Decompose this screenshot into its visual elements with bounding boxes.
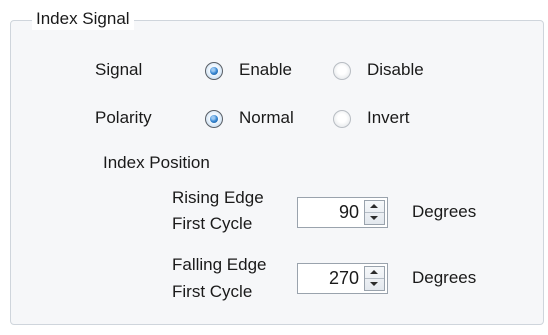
rising-edge-unit: Degrees: [412, 202, 477, 221]
rising-edge-spinbox[interactable]: 90: [297, 197, 388, 228]
signal-enable-label[interactable]: Enable: [239, 59, 292, 81]
rising-edge-label-line2: First Cycle: [172, 214, 253, 233]
falling-edge-spinbox[interactable]: 270: [297, 263, 388, 294]
falling-edge-unit: Degrees: [412, 268, 477, 287]
rising-edge-label-line1: Rising Edge: [172, 188, 264, 207]
spin-down-arrow-icon[interactable]: [365, 213, 384, 224]
falling-edge-label-line1: Falling Edge: [172, 255, 267, 274]
groupbox-title: Index Signal: [32, 8, 134, 30]
polarity-label: Polarity: [95, 108, 152, 127]
spin-up-arrow-icon[interactable]: [365, 267, 384, 279]
falling-edge-label-line2: First Cycle: [172, 282, 253, 301]
polarity-normal-label[interactable]: Normal: [239, 107, 294, 129]
polarity-invert-label[interactable]: Invert: [367, 107, 410, 129]
index-position-heading: Index Position: [103, 153, 210, 172]
signal-disable-radio[interactable]: [333, 62, 351, 80]
signal-disable-label[interactable]: Disable: [367, 59, 424, 81]
signal-enable-radio[interactable]: [205, 62, 223, 80]
radio-selected-dot: [210, 67, 218, 75]
signal-label: Signal: [95, 60, 143, 79]
rising-edge-spin-buttons: [364, 200, 385, 225]
polarity-normal-radio[interactable]: [205, 110, 223, 128]
falling-edge-spin-buttons: [364, 266, 385, 291]
spin-up-arrow-icon[interactable]: [365, 201, 384, 213]
spin-down-arrow-icon[interactable]: [365, 279, 384, 290]
falling-edge-value[interactable]: 270: [298, 264, 359, 293]
polarity-invert-radio[interactable]: [333, 110, 351, 128]
rising-edge-value[interactable]: 90: [298, 198, 359, 227]
radio-selected-dot: [210, 115, 218, 123]
